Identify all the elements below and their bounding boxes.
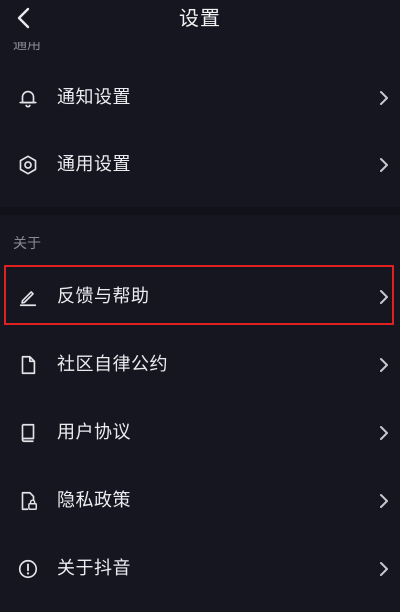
gear-icon [16,153,40,177]
settings-row-about-douyin[interactable]: 关于抖音 [0,541,400,597]
row-label: 反馈与帮助 [57,286,150,307]
settings-row-feedback-help[interactable]: 反馈与帮助 [0,269,400,325]
row-label: 通用设置 [57,154,131,175]
row-label: 隐私政策 [57,490,131,511]
row-label: 关于抖音 [57,558,131,579]
section-divider [0,207,400,215]
settings-row-community-guidelines[interactable]: 社区自律公约 [0,337,400,393]
info-circle-icon [16,557,40,581]
settings-row-user-agreement[interactable]: 用户协议 [0,405,400,461]
row-label: 用户协议 [57,422,131,443]
chevron-right-icon [376,355,392,375]
settings-row-general[interactable]: 通用设置 [0,137,400,193]
row-label: 通知设置 [57,87,131,108]
chevron-right-icon [376,287,392,307]
chevron-right-icon [376,491,392,511]
document-icon [16,353,40,377]
settings-row-notification[interactable]: 通知设置 [0,70,400,126]
book-icon [16,421,40,445]
chevron-right-icon [376,423,392,443]
section-label-general: 通用 [13,42,41,53]
settings-row-privacy-policy[interactable]: 隐私政策 [0,473,400,529]
pencil-icon [16,285,40,309]
section-label-about: 关于 [13,236,41,252]
top-bar: 设置 [0,0,400,38]
privacy-lock-icon [16,489,40,513]
chevron-right-icon [376,559,392,579]
page-title: 设置 [179,6,221,30]
chevron-right-icon [376,155,392,175]
chevron-right-icon [376,88,392,108]
bell-icon [16,86,40,110]
row-label: 社区自律公约 [57,354,168,375]
